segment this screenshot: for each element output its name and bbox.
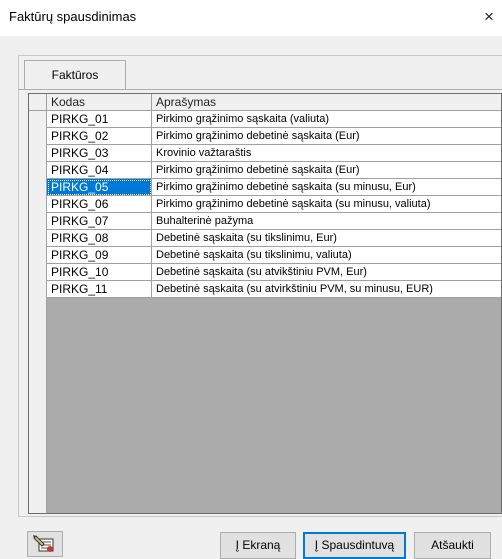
table-row[interactable]: PIRKG_08 Debetinė sąskaita (su tikslinimu… xyxy=(47,230,501,247)
cell-description[interactable]: Pirkimo grąžinimo debetinė sąskaita (Eur… xyxy=(152,128,501,145)
table-row[interactable]: PIRKG_04 Pirkimo grąžinimo debetinė sąska… xyxy=(47,162,501,179)
title-bar: Faktūrų spausdinimas × xyxy=(0,0,502,36)
edit-form-icon xyxy=(33,535,54,552)
cell-code[interactable]: PIRKG_01 xyxy=(47,111,152,128)
table-row[interactable]: PIRKG_05 Pirkimo grąžinimo debetinė sąska… xyxy=(47,179,501,196)
cell-code[interactable]: PIRKG_03 xyxy=(47,145,152,162)
cell-description[interactable]: Pirkimo grąžinimo debetinė sąskaita (Eur… xyxy=(152,162,501,179)
cell-description[interactable]: Pirkimo grąžinimo debetinė sąskaita (su … xyxy=(152,179,501,196)
cell-code[interactable]: PIRKG_09 xyxy=(47,247,152,264)
row-indicator-column xyxy=(29,94,47,513)
cell-code[interactable]: PIRKG_05 xyxy=(47,179,152,196)
table-row[interactable]: PIRKG_01 Pirkimo grąžinimo sąskaita (vali… xyxy=(47,111,501,128)
table-row[interactable]: PIRKG_11 Debetinė sąskaita (su atvirkštin… xyxy=(47,281,501,298)
tab-divider xyxy=(18,89,502,90)
cell-description[interactable]: Debetinė sąskaita (su atvirkštiniu PVM, … xyxy=(152,281,501,298)
table-row[interactable]: PIRKG_10 Debetinė sąskaita (su atvikštini… xyxy=(47,264,501,281)
to-screen-label: Ekraną xyxy=(238,538,281,552)
to-screen-button[interactable]: Į Ekraną xyxy=(220,532,296,559)
to-printer-label: Spausdintuvą xyxy=(318,538,395,552)
cell-description[interactable]: Buhalterinė pažyma xyxy=(152,213,501,230)
cell-code[interactable]: PIRKG_07 xyxy=(47,213,152,230)
indicator-header xyxy=(29,94,47,111)
cell-code[interactable]: PIRKG_02 xyxy=(47,128,152,145)
to-printer-button[interactable]: Į Spausdintuvą xyxy=(303,532,406,559)
column-header-description[interactable]: Aprašymas xyxy=(152,94,501,111)
table-row[interactable]: PIRKG_02 Pirkimo grąžinimo debetinė sąska… xyxy=(47,128,501,145)
cell-code[interactable]: PIRKG_06 xyxy=(47,196,152,213)
cell-description[interactable]: Debetinė sąskaita (su atvikštiniu PVM, E… xyxy=(152,264,501,281)
tab-fakturos[interactable]: Faktūros xyxy=(24,60,126,90)
edit-form-button[interactable] xyxy=(27,531,63,557)
table-row[interactable]: PIRKG_09 Debetinė sąskaita (su tikslinimu… xyxy=(47,247,501,264)
cell-code[interactable]: PIRKG_10 xyxy=(47,264,152,281)
cell-code[interactable]: PIRKG_11 xyxy=(47,281,152,298)
grid-rows: PIRKG_01 Pirkimo grąžinimo sąskaita (vali… xyxy=(47,111,501,298)
table-row[interactable]: PIRKG_07 Buhalterinė pažyma xyxy=(47,213,501,230)
cell-code[interactable]: PIRKG_04 xyxy=(47,162,152,179)
invoice-grid[interactable]: Kodas Aprašymas PIRKG_01 Pirkimo grąžinim… xyxy=(28,93,502,514)
cell-description[interactable]: Krovinio važtaraštis xyxy=(152,145,501,162)
close-icon[interactable]: × xyxy=(478,5,500,29)
table-row[interactable]: PIRKG_06 Pirkimo grąžinimo debetinė sąska… xyxy=(47,196,501,213)
window-title: Faktūrų spausdinimas xyxy=(9,9,137,24)
table-row[interactable]: PIRKG_03 Krovinio važtaraštis xyxy=(47,145,501,162)
cell-description[interactable]: Debetinė sąskaita (su tikslinimu, valiut… xyxy=(152,247,501,264)
cancel-button[interactable]: Atšaukti xyxy=(414,532,491,559)
cell-description[interactable]: Debetinė sąskaita (su tikslinimu, Eur) xyxy=(152,230,501,247)
cell-description[interactable]: Pirkimo grąžinimo debetinė sąskaita (su … xyxy=(152,196,501,213)
cell-description[interactable]: Pirkimo grąžinimo sąskaita (valiuta) xyxy=(152,111,501,128)
column-header-code[interactable]: Kodas xyxy=(47,94,152,111)
cell-code[interactable]: PIRKG_08 xyxy=(47,230,152,247)
